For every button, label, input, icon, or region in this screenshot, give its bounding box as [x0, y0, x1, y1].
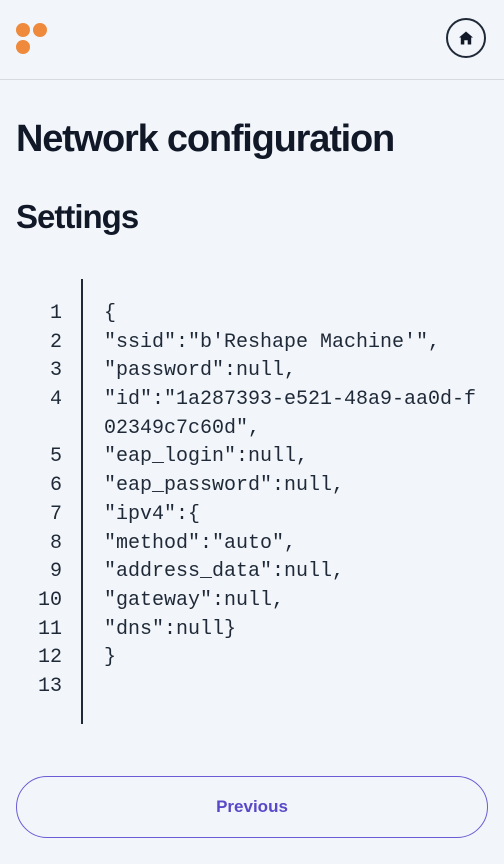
top-bar: [0, 0, 504, 80]
line-text: }: [104, 646, 117, 670]
line-text: {: [104, 302, 117, 325]
line-text: "eap_login":null,: [104, 445, 309, 469]
line-number: 8: [49, 531, 62, 555]
line-number: 11: [37, 617, 62, 641]
line-number: 10: [37, 588, 62, 612]
brand-logo-icon[interactable]: [16, 23, 48, 55]
logo-dot: [33, 23, 47, 37]
home-icon: [459, 31, 473, 45]
line-number: 2: [49, 330, 62, 354]
line-number: 3: [49, 359, 62, 383]
logo-dot: [16, 40, 30, 54]
line-text: "id":"1a287393-e521-48a9-aa0d-f02349c7c6…: [104, 388, 477, 440]
line-text: "gateway":null,: [104, 588, 285, 612]
code-viewer[interactable]: 1 { 2 "ssid":"b'Reshape Machine'", 3 "passw…: [0, 279, 504, 724]
line-text: "eap_password":null,: [104, 474, 345, 498]
line-number: 9: [49, 560, 62, 584]
section-title: Settings: [16, 198, 139, 235]
home-button[interactable]: [446, 18, 486, 58]
line-number: 6: [49, 474, 62, 498]
line-text: "method":"auto",: [104, 531, 297, 555]
logo-dot: [16, 23, 30, 37]
line-number: 1: [49, 302, 62, 325]
line-number: 7: [49, 502, 62, 526]
line-text: "dns":null}: [104, 617, 237, 641]
line-number: 12: [37, 646, 62, 670]
line-number: 13: [37, 674, 62, 698]
line-number: 5: [49, 445, 62, 469]
previous-button[interactable]: Previous: [16, 776, 488, 838]
page-title: Network configuration: [16, 118, 395, 160]
line-text: "password":null,: [104, 359, 297, 383]
line-text: "ipv4":{: [104, 502, 201, 526]
line-number: 4: [49, 388, 62, 412]
line-text: "address_data":null,: [104, 560, 345, 584]
gutter-divider: [81, 279, 83, 724]
line-text: "ssid":"b'Reshape Machine'",: [104, 330, 441, 354]
